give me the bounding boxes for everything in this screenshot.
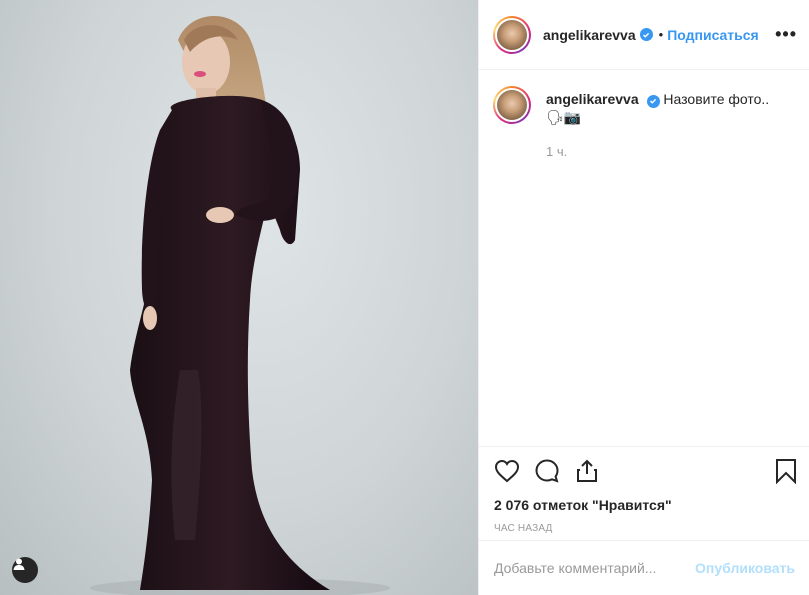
comments-area[interactable]: angelikarevva Назовите фото.. 🗣📷 1 ч. [479, 70, 809, 446]
separator-dot: • [658, 27, 664, 42]
comment-button[interactable] [534, 458, 560, 484]
author-username[interactable]: angelikarevva [543, 27, 636, 43]
likes-count[interactable]: 2 076 отметок "Нравится" [494, 497, 797, 513]
post-photo[interactable] [0, 0, 478, 595]
share-button[interactable] [574, 458, 600, 484]
bookmark-icon [776, 459, 796, 484]
like-button[interactable] [494, 459, 520, 483]
verified-badge-icon [646, 94, 660, 108]
more-options-button[interactable]: ••• [775, 24, 797, 45]
save-button[interactable] [775, 458, 797, 484]
verified-badge-icon [639, 28, 653, 41]
post-timestamp[interactable]: ЧАС НАЗАД [494, 523, 797, 534]
share-icon [577, 459, 597, 482]
comment-input[interactable] [494, 560, 696, 576]
user-tag-icon [13, 558, 25, 570]
post-actions: 2 076 отметок "Нравится" ЧАС НАЗАД [479, 446, 809, 534]
user-tag-button[interactable] [12, 557, 38, 583]
caption-avatar[interactable] [493, 86, 531, 124]
post-header: angelikarevva • Подписаться ••• [479, 0, 809, 70]
comment-bubble-icon [535, 459, 559, 483]
caption-timestamp[interactable]: 1 ч. [546, 144, 795, 159]
heart-icon [494, 459, 520, 483]
publish-button[interactable]: Опубликовать [695, 560, 795, 576]
follow-button[interactable]: Подписаться [667, 27, 759, 43]
add-comment-form: Опубликовать [479, 540, 809, 595]
photo-illustration [90, 16, 390, 595]
avatar[interactable] [493, 15, 531, 54]
caption-username[interactable]: angelikarevva [546, 91, 639, 107]
caption: angelikarevva Назовите фото.. 🗣📷 [493, 86, 795, 126]
post-details-panel: angelikarevva • Подписаться ••• angelika… [478, 0, 809, 595]
